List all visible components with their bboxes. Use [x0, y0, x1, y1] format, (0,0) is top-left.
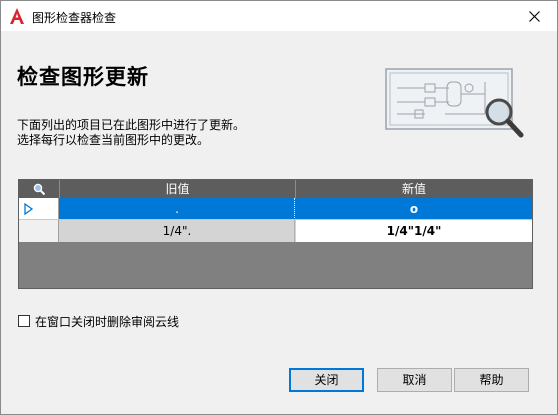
close-icon	[528, 10, 540, 22]
delete-revclouds-checkbox[interactable]	[18, 315, 30, 327]
cancel-button[interactable]: 取消	[377, 368, 452, 392]
changes-grid: 旧值 新值 . o 1/4". 1/4"1/4"	[18, 179, 533, 289]
column-header-new-value[interactable]: 新值	[296, 180, 532, 198]
row-header[interactable]	[19, 198, 59, 220]
drawing-inspector-illustration	[385, 68, 524, 138]
description-line-2: 选择每行以检查当前图形中的更改。	[17, 133, 210, 147]
window-title: 图形检查器检查	[32, 11, 117, 25]
delete-revclouds-option[interactable]: 在窗口关闭时删除审阅云线	[18, 313, 179, 329]
new-value-cell[interactable]: 1/4"1/4"	[296, 220, 532, 242]
title-bar: 图形检查器检查	[1, 1, 557, 31]
triangle-right-icon	[24, 203, 34, 215]
checkbox-label: 在窗口关闭时删除审阅云线	[35, 314, 180, 329]
old-value-cell[interactable]: .	[60, 198, 295, 220]
autocad-a-icon	[10, 8, 24, 24]
grid-header: 旧值 新值	[19, 180, 532, 198]
column-header-old-value[interactable]: 旧值	[60, 180, 295, 198]
new-value-cell[interactable]: o	[296, 198, 532, 220]
grid-corner[interactable]	[19, 180, 59, 198]
page-title: 检查图形更新	[17, 65, 149, 89]
description-line-1: 下面列出的项目已在此图形中进行了更新。	[17, 118, 246, 132]
table-row[interactable]: . o	[19, 198, 532, 220]
help-button[interactable]: 帮助	[454, 368, 529, 392]
dialog-window: 图形检查器检查 检查图形更新 下面列出的项目已在此图形中进行了更新。 选择每行以…	[0, 0, 558, 415]
old-value-cell[interactable]: 1/4".	[60, 220, 295, 242]
table-row[interactable]: 1/4". 1/4"1/4"	[19, 220, 532, 242]
close-button[interactable]: 关闭	[289, 368, 364, 392]
magnifier-icon	[33, 183, 46, 196]
row-header[interactable]	[19, 220, 59, 242]
close-window-button[interactable]	[511, 1, 557, 31]
description: 下面列出的项目已在此图形中进行了更新。 选择每行以检查当前图形中的更改。	[17, 118, 245, 148]
